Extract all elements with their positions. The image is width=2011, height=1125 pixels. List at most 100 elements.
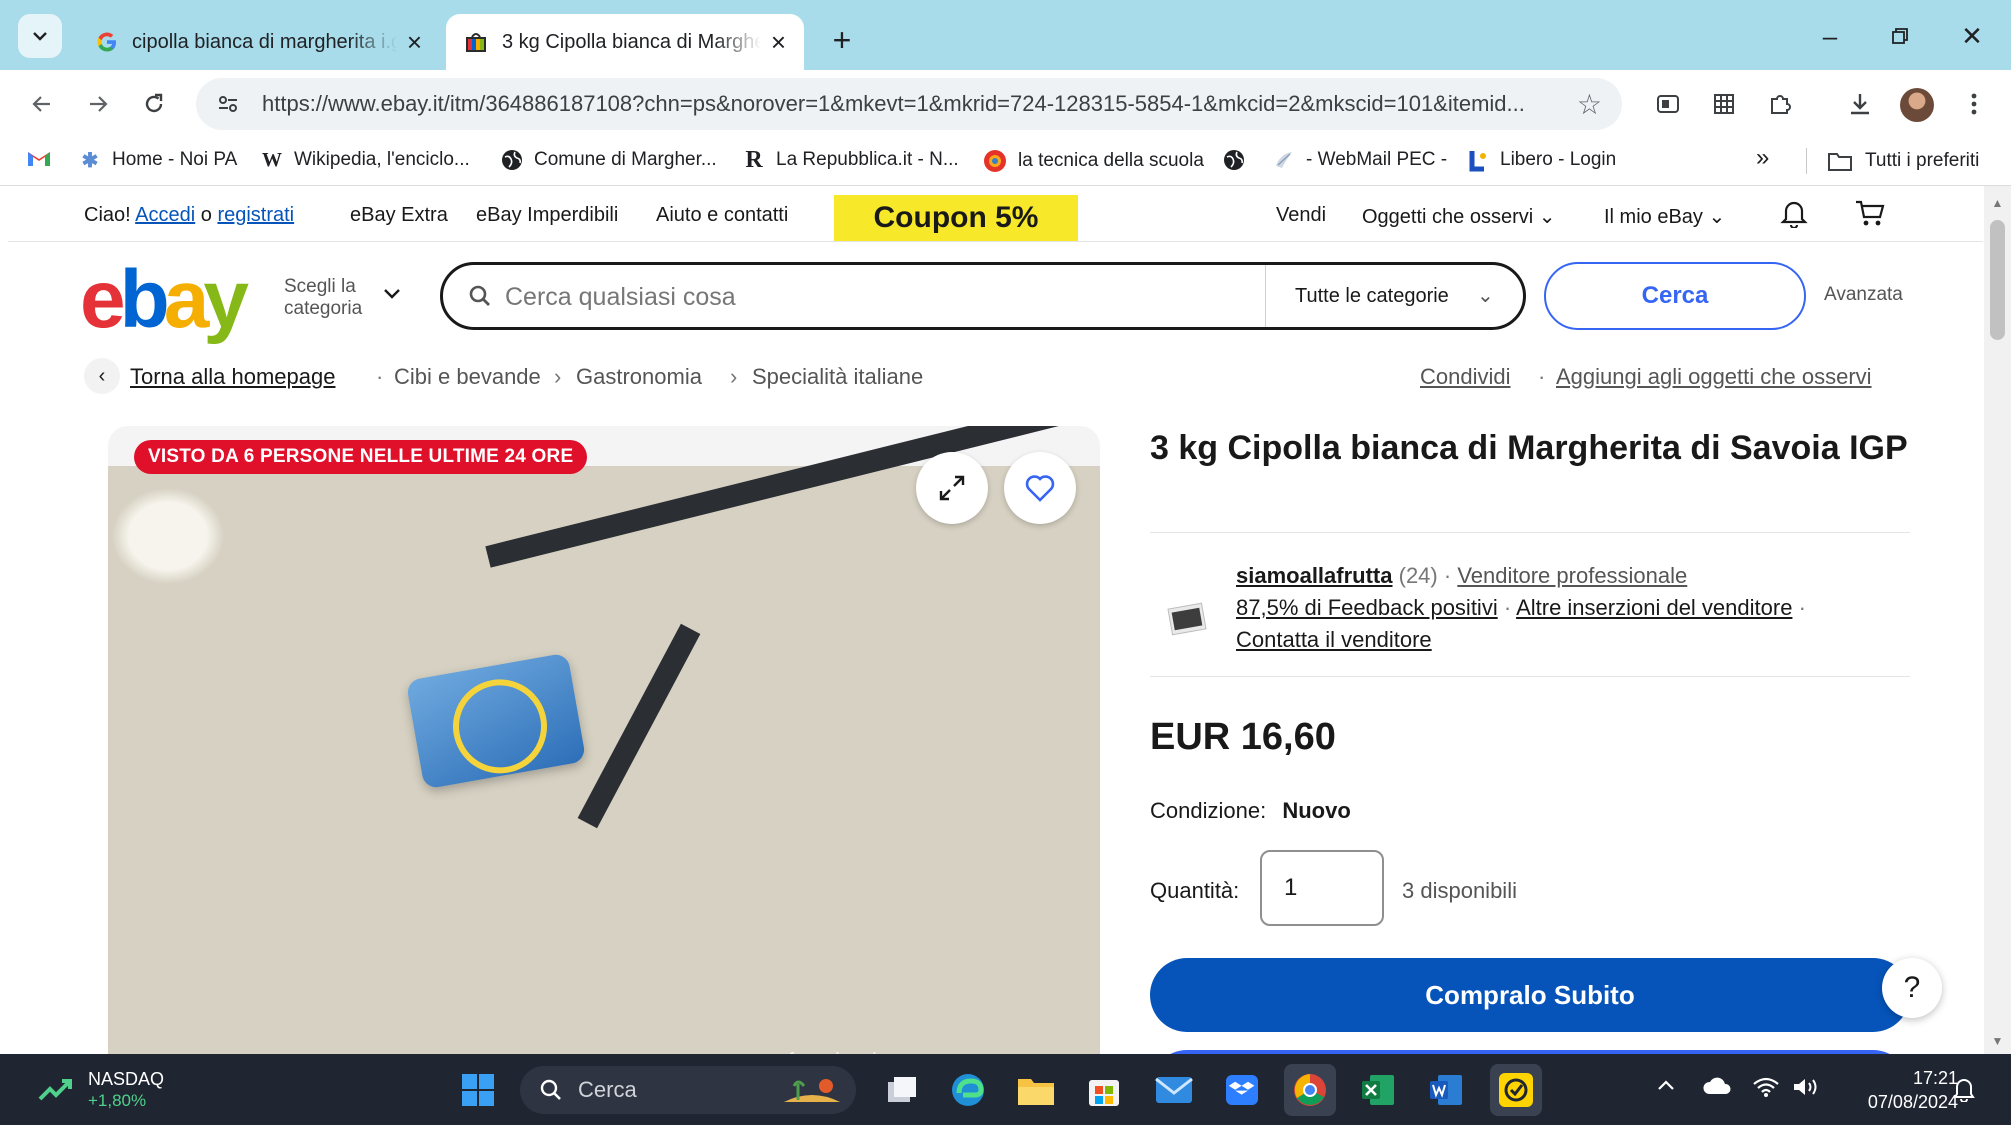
breadcrumb-item[interactable]: Cibi e bevande (394, 364, 541, 390)
search-input[interactable]: Cerca qualsiasi cosa (505, 283, 736, 312)
downloads-button[interactable] (1840, 84, 1880, 124)
sell-link[interactable]: Vendi (1276, 204, 1326, 227)
bookmark-star-icon[interactable]: ☆ (1577, 88, 1602, 121)
seller-avatar[interactable] (1164, 596, 1210, 642)
show-hidden-icons-button[interactable] (1656, 1076, 1676, 1102)
seller-name-link[interactable]: siamoallafrutta (1236, 563, 1393, 588)
bookmarks-overflow-button[interactable]: » (1756, 144, 1769, 172)
stock-widget[interactable]: NASDAQ +1,80% (38, 1068, 164, 1112)
other-listings-link[interactable]: Altre inserzioni del venditore (1516, 595, 1792, 620)
page-scrollbar[interactable]: ▲ ▼ (1984, 186, 2011, 1054)
seller-type-link[interactable]: Venditore professionale (1457, 563, 1687, 588)
reload-icon (145, 93, 163, 113)
scroll-thumb[interactable] (1990, 220, 2005, 340)
breadcrumb-item[interactable]: Specialità italiane (752, 364, 923, 390)
back-button[interactable] (20, 82, 64, 126)
start-button[interactable] (452, 1064, 504, 1116)
word-app[interactable] (1420, 1064, 1472, 1116)
help-button[interactable]: ? (1882, 958, 1942, 1018)
close-window-button[interactable]: ✕ (1942, 14, 2002, 58)
close-tab-icon[interactable]: × (771, 27, 786, 58)
separator: · (1443, 563, 1452, 588)
category-select[interactable]: Tutte le categorie (1295, 285, 1449, 308)
bookmark-wikipedia[interactable]: W Wikipedia, l'enciclo... (260, 148, 470, 172)
category-picker[interactable]: Scegli la categoria (284, 276, 362, 320)
mail-app[interactable] (1148, 1064, 1200, 1116)
tab-ebay-product[interactable]: 3 kg Cipolla bianca di Margheri × (446, 14, 804, 70)
notifications-button[interactable] (1780, 198, 1808, 234)
coupon-banner[interactable]: Coupon 5% (834, 195, 1078, 241)
minimize-window-button[interactable]: – (1800, 14, 1860, 58)
task-view-button[interactable] (876, 1064, 928, 1116)
tab-google-search[interactable]: cipolla bianca di margherita i.g. × (78, 14, 440, 70)
cart-button[interactable] (1854, 198, 1886, 234)
arrow-right-icon (90, 96, 108, 112)
scroll-down-arrow[interactable]: ▼ (1990, 1034, 2005, 1048)
taskbar-search[interactable]: Cerca (520, 1066, 856, 1114)
wifi-button[interactable] (1752, 1076, 1780, 1104)
feedback-link[interactable]: 87,5% di Feedback positivi (1236, 595, 1498, 620)
bookmark-tecnica-scuola[interactable]: la tecnica della scuola (982, 148, 1204, 174)
signin-link[interactable]: Accedi (135, 204, 195, 226)
breadcrumb-item[interactable]: Gastronomia (576, 364, 702, 390)
quantity-input[interactable] (1260, 850, 1384, 926)
chrome-app[interactable] (1284, 1064, 1336, 1116)
add-to-watchlist-link[interactable]: Aggiungi agli oggetti che osservi (1556, 364, 1872, 390)
site-settings-icon[interactable] (216, 92, 240, 116)
share-link[interactable]: Condividi (1420, 364, 1511, 390)
all-bookmarks-button[interactable]: Tutti i preferiti (1806, 148, 1979, 174)
notification-center-button[interactable] (1952, 1076, 1976, 1108)
fullscreen-button[interactable] (916, 452, 988, 524)
bookmark-gmail[interactable] (26, 148, 52, 168)
divider (1150, 676, 1910, 677)
bookmark-webmail-pec[interactable]: - WebMail PEC - (1272, 148, 1447, 172)
bookmark-label: Libero - Login (1500, 149, 1617, 170)
restore-window-button[interactable] (1870, 14, 1930, 58)
grid-extension-icon[interactable] (1704, 84, 1744, 124)
help-contact-link[interactable]: Aiuto e contatti (656, 204, 788, 227)
ebay-deals-link[interactable]: eBay Imperdibili (476, 204, 618, 227)
norton-app[interactable] (1490, 1064, 1542, 1116)
bookmark-libero[interactable]: Libero - Login (1466, 148, 1616, 172)
breadcrumb-home-link[interactable]: Torna alla homepage (130, 364, 335, 390)
system-clock[interactable]: 17:21 07/08/2024 (1838, 1066, 1958, 1114)
store-app[interactable] (1078, 1064, 1130, 1116)
advanced-search-link[interactable]: Avanzata (1824, 284, 1903, 306)
close-tab-icon[interactable]: × (407, 27, 422, 58)
profile-avatar[interactable] (1900, 88, 1934, 122)
extensions-button[interactable] (1760, 84, 1800, 124)
search-button[interactable]: Cerca (1544, 262, 1806, 330)
volume-button[interactable] (1792, 1076, 1820, 1104)
my-ebay-menu[interactable]: Il mio eBay ⌄ (1604, 204, 1725, 229)
ebay-extra-link[interactable]: eBay Extra (350, 204, 448, 227)
watchlist-menu[interactable]: Oggetti che osservi ⌄ (1362, 204, 1556, 229)
onedrive-button[interactable] (1702, 1076, 1732, 1102)
ebay-logo[interactable]: ebay (80, 259, 249, 341)
tab-search-button[interactable] (18, 14, 62, 58)
chevron-down-icon[interactable] (382, 282, 402, 310)
new-tab-button[interactable]: + (820, 18, 864, 62)
dropbox-app[interactable] (1216, 1064, 1268, 1116)
buy-now-button[interactable]: Compralo Subito (1150, 958, 1910, 1032)
chevron-down-icon: ⌄ (1538, 206, 1556, 228)
contact-seller-link[interactable]: Contatta il venditore (1236, 627, 1432, 652)
watch-heart-button[interactable] (1004, 452, 1076, 524)
forward-button[interactable] (76, 82, 120, 126)
edge-app[interactable] (942, 1064, 994, 1116)
reload-button[interactable] (132, 82, 176, 126)
address-bar[interactable]: https://www.ebay.it/itm/364886187108?chn… (196, 78, 1622, 130)
bookmark-comune[interactable]: Comune di Margher... (500, 148, 717, 172)
bookmark-globe[interactable] (1222, 148, 1246, 172)
bookmark-repubblica[interactable]: R La Repubblica.it - N... (742, 147, 958, 173)
register-link[interactable]: registrati (217, 204, 294, 226)
product-image[interactable]: fondazion (108, 426, 1100, 1054)
scroll-up-arrow[interactable]: ▲ (1990, 196, 2005, 210)
extension-icon[interactable] (1648, 84, 1688, 124)
chrome-icon (1294, 1074, 1326, 1106)
excel-app[interactable] (1352, 1064, 1404, 1116)
back-chevron-button[interactable]: ‹ (84, 358, 120, 394)
bookmark-noipa[interactable]: ✱ Home - Noi PA (78, 148, 238, 172)
file-explorer-app[interactable] (1010, 1064, 1062, 1116)
search-box[interactable]: Cerca qualsiasi cosa Tutte le categorie … (440, 262, 1526, 330)
chrome-menu-button[interactable] (1954, 84, 1994, 124)
